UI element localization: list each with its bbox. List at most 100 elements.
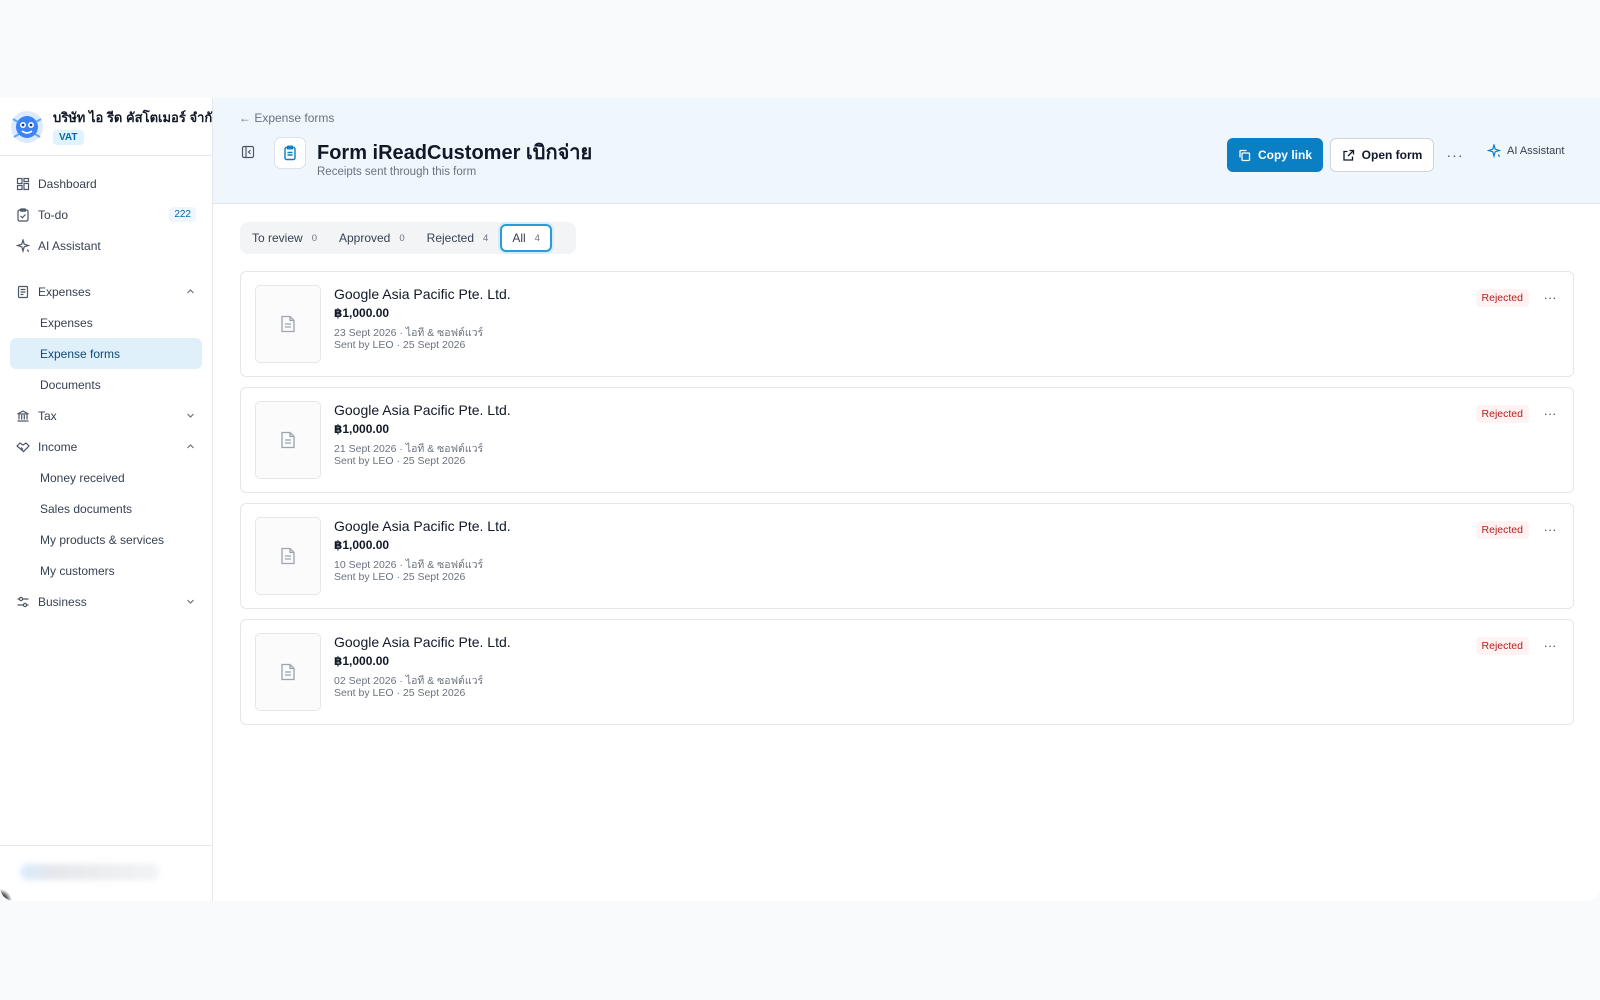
sidebar-item-expense-forms[interactable]: Expense forms: [10, 338, 202, 369]
receipt-icon: [17, 285, 29, 298]
receipt-amount: ฿1,000.00: [334, 306, 390, 320]
sidebar-item-label: Expense forms: [40, 346, 121, 361]
window-corner: [0, 887, 14, 901]
sidebar-item-customers[interactable]: My customers: [10, 555, 202, 586]
org-name: บริษัท ไอ รีด คัสโตเมอร์ จำกัด: [53, 110, 221, 125]
receipt-thumbnail[interactable]: [255, 401, 321, 479]
org-switcher[interactable]: บริษัท ไอ รีด คัสโตเมอร์ จำกัด VAT: [0, 98, 221, 156]
receipt-thumbnail[interactable]: [255, 633, 321, 711]
receipt-amount: ฿1,000.00: [334, 538, 390, 552]
document-icon: [281, 663, 295, 681]
document-icon: [281, 315, 295, 333]
form-icon: [274, 137, 306, 169]
sidebar-item-expenses[interactable]: Expenses: [10, 276, 202, 307]
sidebar-item-label: Expenses: [38, 284, 91, 299]
receipt-sender: Sent by LEO · 25 Sept 2026: [334, 455, 466, 467]
sidebar-item-label: Tax: [38, 408, 57, 423]
sidebar: บริษัท ไอ รีด คัสโตเมอร์ จำกัด VAT Dashb…: [0, 98, 221, 901]
ai-assistant-button[interactable]: AI Assistant: [1487, 142, 1564, 160]
copy-link-button[interactable]: Copy link: [1227, 138, 1323, 172]
open-form-button[interactable]: Open form: [1330, 138, 1434, 172]
status-badge: Rejected: [1475, 521, 1529, 539]
status-badge: Rejected: [1475, 637, 1529, 655]
page-title: Form iReadCustomer เบิกจ่าย: [317, 142, 593, 164]
tab-all[interactable]: All 4: [500, 224, 552, 252]
external-link-icon: [1343, 149, 1354, 161]
document-icon: [281, 547, 295, 565]
document-icon: [281, 431, 295, 449]
sidebar-nav: Dashboard To-do 222 AI Assistant Expense…: [0, 156, 212, 617]
card-more-button[interactable]: ···: [1541, 404, 1559, 422]
receipt-thumbnail[interactable]: [255, 517, 321, 595]
card-more-button[interactable]: ···: [1541, 288, 1559, 306]
org-logo: [11, 111, 43, 143]
receipt-card[interactable]: Google Asia Pacific Pte. Ltd. ฿1,000.00 …: [240, 387, 1574, 493]
receipt-thumbnail[interactable]: [255, 285, 321, 363]
sidebar-item-dashboard[interactable]: Dashboard: [10, 168, 202, 199]
tab-count: 0: [399, 232, 405, 244]
sidebar-item-label: To-do: [38, 207, 69, 222]
tab-approved[interactable]: Approved 0: [329, 224, 415, 252]
sidebar-toggle-icon[interactable]: [241, 145, 255, 159]
sidebar-item-label: AI Assistant: [38, 238, 101, 253]
tab-count: 4: [534, 232, 540, 244]
copy-link-label: Copy link: [1257, 148, 1312, 162]
sidebar-item-business[interactable]: Business: [10, 586, 202, 617]
receipt-sender: Sent by LEO · 25 Sept 2026: [334, 571, 466, 583]
receipt-amount: ฿1,000.00: [334, 422, 390, 436]
sidebar-item-label: Expenses: [40, 315, 93, 330]
bank-icon: [17, 409, 29, 422]
tab-count: 0: [311, 232, 317, 244]
back-to-expense-forms-link[interactable]: ← Expense forms: [239, 111, 334, 125]
chevron-up-icon: [187, 444, 194, 449]
sidebar-item-income[interactable]: Income: [10, 431, 202, 462]
sidebar-item-label: Income: [38, 439, 78, 454]
sidebar-item-label: Business: [38, 594, 87, 609]
sidebar-item-ai-assistant[interactable]: AI Assistant: [10, 230, 202, 261]
user-profile-blurred: [20, 864, 160, 880]
copy-icon: [1239, 149, 1251, 161]
sidebar-item-label: My customers: [40, 563, 115, 578]
page-subtitle: Receipts sent through this form: [317, 166, 477, 178]
receipt-card[interactable]: Google Asia Pacific Pte. Ltd. ฿1,000.00 …: [240, 271, 1574, 377]
tab-rejected[interactable]: Rejected 4: [417, 224, 499, 252]
receipt-card[interactable]: Google Asia Pacific Pte. Ltd. ฿1,000.00 …: [240, 503, 1574, 609]
dashboard-icon: [16, 177, 30, 190]
receipt-card[interactable]: Google Asia Pacific Pte. Ltd. ฿1,000.00 …: [240, 619, 1574, 725]
tab-to-review[interactable]: To review 0: [242, 224, 327, 252]
more-options-button[interactable]: ···: [1444, 144, 1466, 166]
sidebar-item-expenses-list[interactable]: Expenses: [10, 307, 202, 338]
card-more-button[interactable]: ···: [1541, 636, 1559, 654]
app-window: บริษัท ไอ รีด คัสโตเมอร์ จำกัด VAT Dashb…: [0, 98, 1600, 901]
tab-label: To review: [252, 231, 303, 245]
vendor-name: Google Asia Pacific Pte. Ltd.: [334, 518, 511, 534]
sidebar-item-label: Documents: [40, 377, 101, 392]
sidebar-item-documents[interactable]: Documents: [10, 369, 202, 400]
sidebar-item-products-services[interactable]: My products & services: [10, 524, 202, 555]
card-more-button[interactable]: ···: [1541, 520, 1559, 538]
todo-count-badge: 222: [169, 207, 196, 222]
chevron-down-icon: [187, 599, 194, 604]
status-tabs: To review 0 Approved 0 Rejected 4 All 4: [240, 222, 576, 254]
tab-count: 4: [483, 232, 489, 244]
receipt-list: Google Asia Pacific Pte. Ltd. ฿1,000.00 …: [240, 271, 1574, 735]
user-menu[interactable]: [0, 845, 212, 901]
sidebar-item-label: Sales documents: [40, 501, 133, 516]
vendor-name: Google Asia Pacific Pte. Ltd.: [334, 286, 511, 302]
sidebar-item-label: My products & services: [40, 532, 165, 547]
clipboard-check-icon: [17, 207, 29, 222]
chevron-down-icon: [187, 413, 194, 418]
vendor-name: Google Asia Pacific Pte. Ltd.: [334, 402, 511, 418]
open-form-label: Open form: [1361, 148, 1423, 162]
sidebar-item-label: Dashboard: [38, 176, 97, 191]
status-badge: Rejected: [1475, 289, 1529, 307]
sidebar-item-label: Money received: [40, 470, 125, 485]
sidebar-item-money-received[interactable]: Money received: [10, 462, 202, 493]
tab-label: Approved: [338, 231, 391, 245]
sidebar-item-tax[interactable]: Tax: [10, 400, 202, 431]
sidebar-item-todo[interactable]: To-do 222: [10, 199, 202, 230]
ai-assistant-label: AI Assistant: [1507, 145, 1565, 157]
tab-label: Rejected: [426, 231, 475, 245]
handshake-icon: [16, 441, 30, 452]
sidebar-item-sales-documents[interactable]: Sales documents: [10, 493, 202, 524]
